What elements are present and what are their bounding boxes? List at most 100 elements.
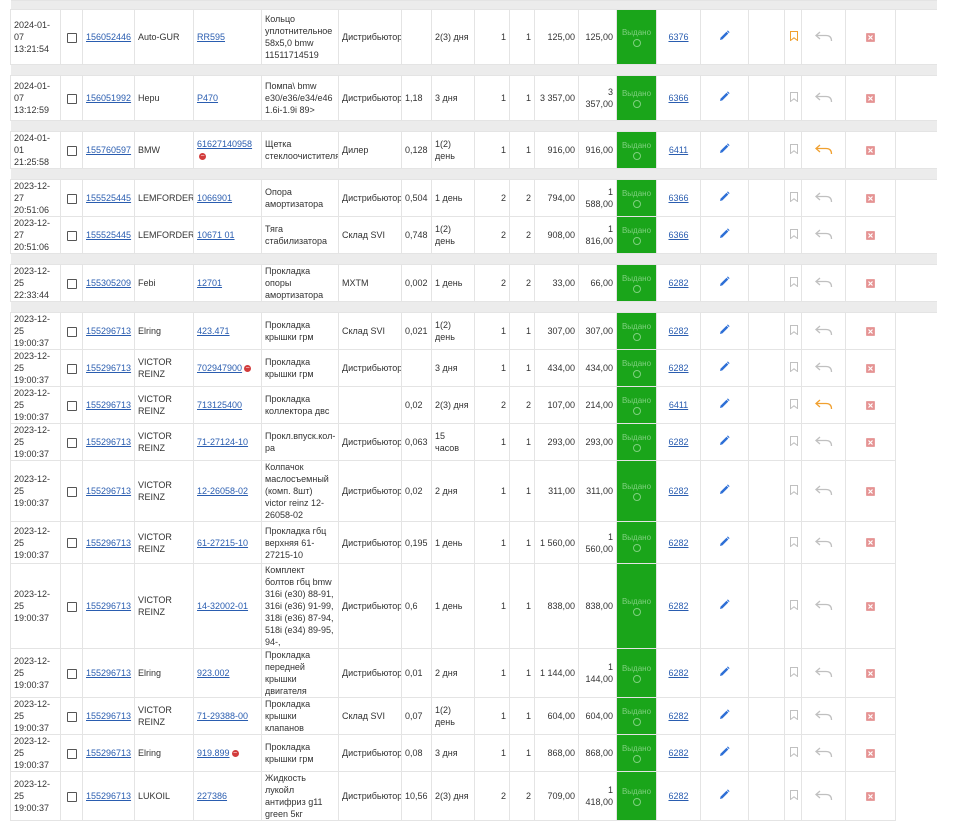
order-number-link[interactable]: 155305209 <box>86 278 131 288</box>
document-link[interactable]: 6282 <box>668 711 688 721</box>
order-number-link[interactable]: 155296713 <box>86 400 131 410</box>
article-link[interactable]: 713125400 <box>197 400 242 410</box>
order-number-link[interactable]: 155296713 <box>86 538 131 548</box>
article-link[interactable]: 919.899 <box>197 748 230 758</box>
row-checkbox[interactable] <box>66 363 77 374</box>
row-checkbox[interactable] <box>66 193 77 204</box>
article-link[interactable]: RR595 <box>197 32 225 42</box>
article-link[interactable]: 61-27215-10 <box>197 538 248 548</box>
article-link[interactable]: 12701 <box>197 278 222 288</box>
order-number-link[interactable]: 155296713 <box>86 668 131 678</box>
bookmark-icon[interactable] <box>789 436 798 446</box>
row-checkbox[interactable] <box>66 668 77 679</box>
row-checkbox[interactable] <box>66 538 77 549</box>
pencil-icon[interactable] <box>719 228 730 241</box>
row-checkbox[interactable] <box>66 278 77 289</box>
row-checkbox[interactable] <box>66 748 77 759</box>
bookmark-icon[interactable] <box>789 325 798 335</box>
row-checkbox[interactable] <box>66 437 77 448</box>
document-link[interactable]: 6282 <box>668 748 688 758</box>
return-arrow-icon[interactable] <box>805 31 842 43</box>
bookmark-icon[interactable] <box>789 92 798 102</box>
article-link[interactable]: 12-26058-02 <box>197 486 248 496</box>
delete-icon[interactable] <box>849 93 892 103</box>
bookmark-icon[interactable] <box>789 229 798 239</box>
pencil-icon[interactable] <box>719 398 730 411</box>
bookmark-icon[interactable] <box>789 536 798 547</box>
order-number-link[interactable]: 155296713 <box>86 601 131 611</box>
return-arrow-icon[interactable] <box>805 325 842 337</box>
article-link[interactable]: 423.471 <box>197 326 230 336</box>
article-link[interactable]: 61627140958 <box>197 139 252 149</box>
row-checkbox[interactable] <box>66 326 77 337</box>
document-link[interactable]: 6282 <box>668 437 688 447</box>
pencil-icon[interactable] <box>719 191 730 204</box>
article-link[interactable]: P470 <box>197 93 218 103</box>
article-link[interactable]: 71-27124-10 <box>197 437 248 447</box>
row-checkbox[interactable] <box>66 93 77 104</box>
article-link[interactable]: 71-29388-00 <box>197 711 248 721</box>
return-arrow-icon[interactable] <box>805 790 842 802</box>
document-link[interactable]: 6411 <box>669 400 688 410</box>
return-arrow-icon[interactable] <box>805 362 842 374</box>
article-link[interactable]: 227386 <box>197 791 227 801</box>
document-link[interactable]: 6282 <box>668 538 688 548</box>
order-number-link[interactable]: 155296713 <box>86 363 131 373</box>
pencil-icon[interactable] <box>719 361 730 374</box>
return-arrow-icon[interactable] <box>805 537 842 549</box>
order-number-link[interactable]: 155296713 <box>86 486 131 496</box>
document-link[interactable]: 6282 <box>668 363 688 373</box>
order-number-link[interactable]: 155525445 <box>86 193 131 203</box>
article-link[interactable]: 923.002 <box>197 668 230 678</box>
row-checkbox[interactable] <box>66 601 77 612</box>
order-number-link[interactable]: 155296713 <box>86 791 131 801</box>
return-arrow-icon[interactable] <box>805 710 842 722</box>
bookmark-icon[interactable] <box>789 277 798 287</box>
return-arrow-icon[interactable] <box>805 192 842 204</box>
pencil-icon[interactable] <box>719 276 730 289</box>
order-number-link[interactable]: 155296713 <box>86 437 131 447</box>
document-link[interactable]: 6282 <box>668 326 688 336</box>
pencil-icon[interactable] <box>719 746 730 759</box>
document-link[interactable]: 6282 <box>668 791 688 801</box>
row-checkbox[interactable] <box>66 711 77 722</box>
document-link[interactable]: 6282 <box>668 601 688 611</box>
delete-icon[interactable] <box>849 791 892 801</box>
return-arrow-icon[interactable] <box>805 436 842 448</box>
document-link[interactable]: 6366 <box>668 193 688 203</box>
bookmark-icon[interactable] <box>789 485 798 495</box>
delete-icon[interactable] <box>849 363 892 373</box>
document-link[interactable]: 6376 <box>668 32 688 42</box>
document-link[interactable]: 6366 <box>668 93 688 103</box>
article-link[interactable]: 1066901 <box>197 193 232 203</box>
pencil-icon[interactable] <box>719 599 730 612</box>
bookmark-icon[interactable] <box>789 710 798 720</box>
delete-icon[interactable] <box>849 326 892 336</box>
pencil-icon[interactable] <box>719 30 730 43</box>
delete-icon[interactable] <box>849 437 892 447</box>
bookmark-icon[interactable] <box>789 31 798 41</box>
order-number-link[interactable]: 155525445 <box>86 230 131 240</box>
return-arrow-icon[interactable] <box>805 144 842 156</box>
delete-icon[interactable] <box>849 538 892 547</box>
order-number-link[interactable]: 155296713 <box>86 326 131 336</box>
return-arrow-icon[interactable] <box>805 277 842 289</box>
bookmark-icon[interactable] <box>789 790 798 800</box>
bookmark-icon[interactable] <box>789 600 798 610</box>
row-checkbox[interactable] <box>66 400 77 411</box>
delete-icon[interactable] <box>849 145 892 155</box>
document-link[interactable]: 6282 <box>668 668 688 678</box>
return-arrow-icon[interactable] <box>805 600 842 612</box>
row-checkbox[interactable] <box>66 230 77 241</box>
document-link[interactable]: 6366 <box>668 230 688 240</box>
return-arrow-icon[interactable] <box>805 747 842 759</box>
bookmark-icon[interactable] <box>789 144 798 154</box>
bookmark-icon[interactable] <box>789 399 798 409</box>
return-arrow-icon[interactable] <box>805 399 842 411</box>
delete-icon[interactable] <box>849 711 892 721</box>
delete-icon[interactable] <box>849 748 892 758</box>
document-link[interactable]: 6411 <box>669 145 688 155</box>
bookmark-icon[interactable] <box>789 747 798 757</box>
bookmark-icon[interactable] <box>789 362 798 372</box>
return-arrow-icon[interactable] <box>805 229 842 241</box>
